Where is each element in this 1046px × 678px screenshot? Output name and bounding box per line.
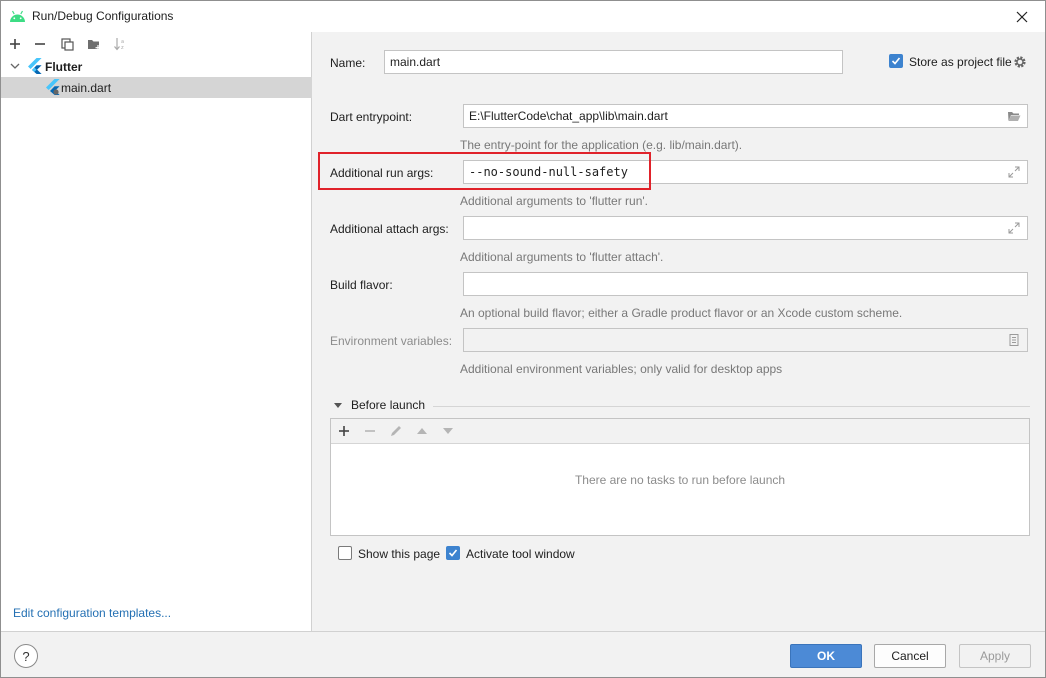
copy-icon [60,37,74,51]
name-label: Name: [330,56,366,70]
edit-pencil-icon[interactable] [389,424,403,438]
store-as-project-file-label[interactable]: Store as project file [909,55,1012,69]
remove-icon[interactable] [364,425,376,437]
add-configuration-button[interactable] [6,35,24,53]
tree-group-label: Flutter [45,60,83,74]
checkmark-icon [448,549,458,557]
android-icon [10,10,25,22]
additional-run-args-field[interactable]: --no-sound-null-safety [463,160,1028,184]
close-icon [1016,11,1028,23]
window-title: Run/Debug Configurations [32,9,174,23]
dart-entrypoint-hint: The entry-point for the application (e.g… [460,138,743,152]
help-button[interactable]: ? [14,644,38,668]
additional-run-args-hint: Additional arguments to 'flutter run'. [460,194,649,208]
before-launch-toggle[interactable]: Before launch [333,398,425,412]
dialog-window: Run/Debug Configurations a z Flutter mai… [0,0,1046,678]
sort-configurations-button[interactable]: a z [111,35,129,53]
configurations-sidebar: a z Flutter main.dart Edit configuration… [1,32,312,631]
tree-item-label: main.dart [61,81,112,95]
copy-configuration-button[interactable] [58,35,76,53]
dialog-button-bar: ? OK Cancel Apply [1,631,1045,677]
chevron-down-icon[interactable] [9,60,21,72]
before-launch-panel: There are no tasks to run before launch [330,418,1030,536]
activate-tool-window-label[interactable]: Activate tool window [466,547,575,561]
dart-entrypoint-value: E:\FlutterCode\chat_app\lib\main.dart [469,109,668,123]
folder-open-icon[interactable] [1007,109,1021,123]
expand-icon[interactable] [1007,165,1021,179]
gear-icon[interactable] [1013,55,1027,69]
ok-button[interactable]: OK [790,644,862,668]
sort-icon: a z [114,38,124,51]
move-up-icon[interactable] [416,426,428,436]
edit-configuration-templates-link[interactable]: Edit configuration templates... [13,606,171,620]
add-icon[interactable] [338,425,350,437]
tree-group-flutter[interactable]: Flutter [1,56,312,77]
add-icon [10,39,20,49]
additional-attach-args-field[interactable] [463,216,1028,240]
expand-icon[interactable] [1007,221,1021,235]
title-bar: Run/Debug Configurations [1,1,1045,32]
additional-run-args-label: Additional run args: [330,166,434,180]
flutter-run-config-icon [46,79,60,95]
build-flavor-label: Build flavor: [330,278,393,292]
cancel-button[interactable]: Cancel [874,644,946,668]
before-launch-title: Before launch [351,398,426,412]
show-this-page-label[interactable]: Show this page [358,547,440,561]
before-launch-empty-text: There are no tasks to run before launch [574,473,786,487]
tree-item-main-dart[interactable]: main.dart [1,77,312,98]
environment-variables-label: Environment variables: [330,334,453,348]
build-flavor-field[interactable] [463,272,1028,296]
activate-tool-window-checkbox[interactable] [446,546,460,560]
document-icon [1009,334,1019,346]
section-divider [433,406,1030,407]
additional-run-args-value: --no-sound-null-safety [469,165,628,179]
svg-text:z: z [121,45,124,51]
additional-attach-args-label: Additional attach args: [330,222,449,236]
apply-button[interactable]: Apply [959,644,1031,668]
before-launch-toolbar [331,419,1029,444]
remove-configuration-button[interactable] [31,35,49,53]
new-folder-button[interactable] [85,35,103,53]
environment-variables-field [463,328,1028,352]
triangle-down-icon [334,403,342,408]
name-field[interactable]: main.dart [384,50,843,74]
store-as-project-file-checkbox[interactable] [889,54,903,68]
dart-entrypoint-field[interactable]: E:\FlutterCode\chat_app\lib\main.dart [463,104,1028,128]
configuration-form: Name: main.dart Store as project file Da… [313,32,1045,631]
build-flavor-hint: An optional build flavor; either a Gradl… [460,306,903,320]
sidebar-toolbar: a z [1,32,312,55]
dart-entrypoint-label: Dart entrypoint: [330,110,413,124]
show-this-page-checkbox[interactable] [338,546,352,560]
flutter-icon [28,58,42,74]
additional-attach-args-hint: Additional arguments to 'flutter attach'… [460,250,664,264]
move-down-icon[interactable] [442,426,454,436]
remove-icon [35,43,45,45]
close-button[interactable] [1009,6,1035,28]
environment-variables-hint: Additional environment variables; only v… [460,362,783,376]
folder-add-icon [87,39,100,50]
checkmark-icon [891,57,901,65]
